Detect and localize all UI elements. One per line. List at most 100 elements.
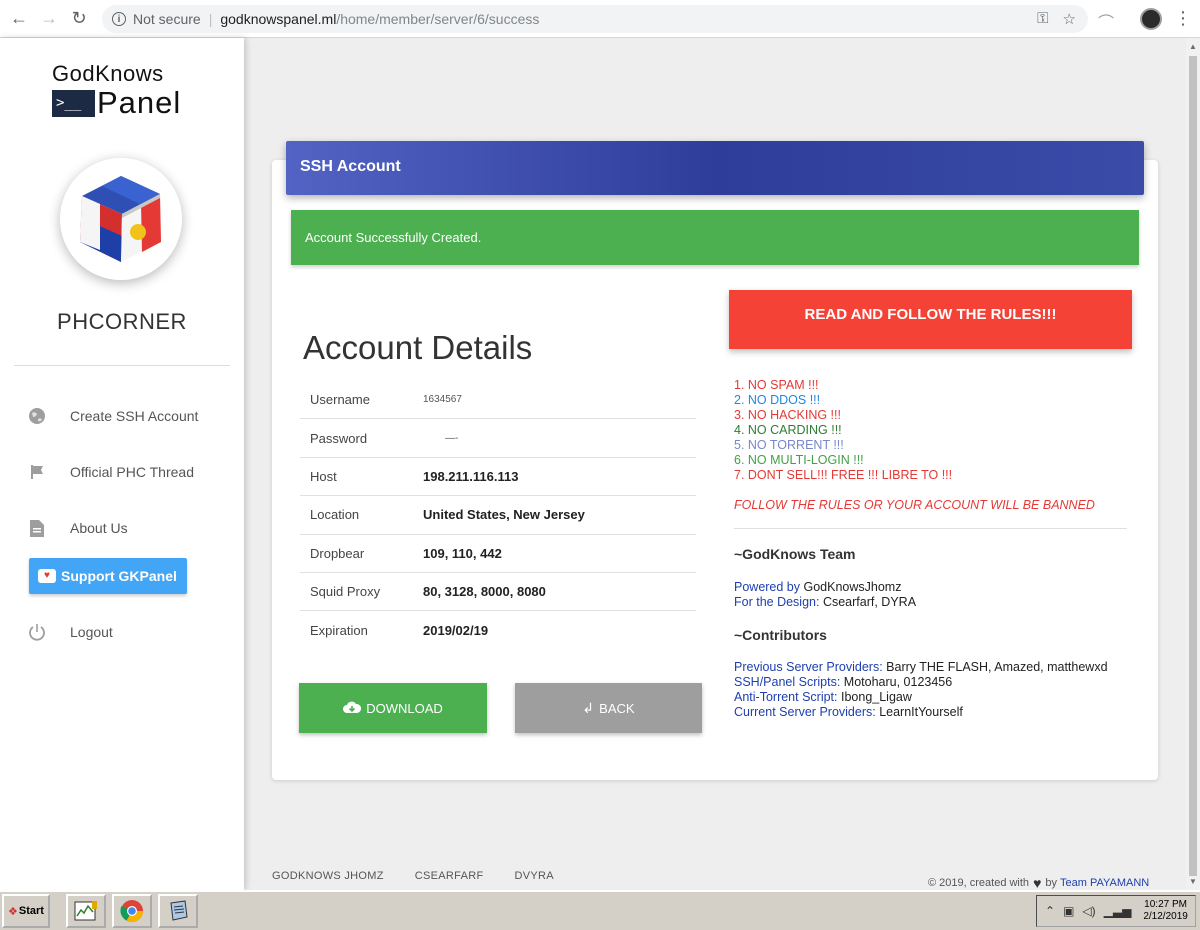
flag-icon (28, 463, 46, 481)
godknows-logo[interactable]: GodKnows >__ Panel (52, 62, 202, 122)
sidebar-item-logout[interactable]: Logout (28, 604, 228, 660)
scroll-up-icon[interactable]: ▲ (1189, 42, 1197, 51)
cloud-download-icon (343, 700, 362, 716)
table-row: Expiration 2019/02/19 (300, 611, 696, 649)
download-button[interactable]: DOWNLOAD (299, 683, 487, 733)
windows-taskbar: ❖ Start ⌃ ▣ ◁) ▁▃▅ 10:27 PM 2/12/2019 (0, 890, 1200, 930)
contributor-row: Current Server Providers: LearnItYoursel… (734, 705, 1108, 720)
logo-bottom-text: Panel (97, 85, 182, 120)
credit-label: For the Design: (734, 595, 820, 609)
clock-time: 10:27 PM (1144, 899, 1187, 910)
start-label: Start (18, 905, 44, 917)
back-arrow-icon[interactable]: ← (4, 4, 34, 34)
address-separator: | (208, 11, 213, 27)
detail-label: Expiration (310, 623, 368, 639)
taskbar-app-monitor[interactable] (66, 894, 106, 928)
table-row: Squid Proxy 80, 3128, 8000, 8080 (300, 573, 696, 612)
network-icon[interactable]: ▣ (1063, 904, 1074, 918)
volume-icon[interactable]: ◁) (1082, 904, 1095, 918)
contributor-row: Anti-Torrent Script: Ibong_Ligaw (734, 690, 1108, 705)
rule-item: 3. NO HACKING !!! (734, 408, 841, 422)
sidebar-item-official-thread[interactable]: Official PHC Thread (28, 444, 228, 500)
detail-label: Location (310, 507, 360, 523)
tray-expand-icon[interactable]: ⌃ (1045, 904, 1055, 918)
copyright-by: by (1045, 877, 1057, 889)
sidebar-item-create-ssh[interactable]: Create SSH Account (28, 388, 228, 444)
sidebar-item-label: Logout (70, 624, 113, 640)
back-label: BACK (599, 700, 635, 716)
system-tray: ⌃ ▣ ◁) ▁▃▅ 10:27 PM 2/12/2019 (1036, 895, 1196, 927)
footer-links: GODKNOWS JHOMZ CSEARFARF DVYRA (272, 870, 554, 882)
start-button[interactable]: ❖ Start (2, 894, 50, 928)
sidebar-item-about-us[interactable]: About Us (28, 500, 228, 556)
taskbar-clock[interactable]: 10:27 PM 2/12/2019 (1143, 899, 1188, 923)
scrollbar-thumb[interactable] (1189, 56, 1197, 876)
reload-icon[interactable]: ↻ (64, 4, 94, 34)
menu-dots-icon[interactable]: ⋮ (1174, 6, 1192, 30)
table-row: Password —- (300, 419, 696, 458)
signal-icon[interactable]: ▁▃▅ (1104, 904, 1132, 918)
url-host: godknowspanel.ml (220, 11, 337, 27)
rule-item: 6. NO MULTI-LOGIN !!! (734, 453, 864, 467)
ban-warning: FOLLOW THE RULES OR YOUR ACCOUNT WILL BE… (734, 498, 1095, 512)
sidebar-divider (14, 365, 230, 366)
back-button[interactable]: ↲ BACK (515, 683, 702, 733)
star-icon[interactable]: ☆ (1063, 10, 1076, 28)
rules-list: 1. NO SPAM !!! 2. NO DDOS !!! 3. NO HACK… (734, 378, 952, 483)
url-path: /home/member/server/6/success (336, 11, 540, 27)
table-row: Host 198.211.116.113 (300, 458, 696, 497)
contributor-row: Previous Server Providers: Barry THE FLA… (734, 660, 1108, 675)
globe-icon (28, 407, 46, 425)
profile-avatar[interactable] (1140, 8, 1162, 30)
contributor-row: SSH/Panel Scripts: Motoharu, 0123456 (734, 675, 1108, 690)
credit-value: GodKnowsJhomz (803, 580, 902, 594)
contributors-list: Previous Server Providers: Barry THE FLA… (734, 660, 1108, 720)
detail-label: Host (310, 468, 337, 484)
address-bar[interactable]: i Not secure | godknowspanel.ml /home/me… (102, 5, 1088, 33)
info-icon[interactable]: i (112, 12, 126, 26)
footer-copyright: © 2019, created with ♥ by Team PAYAMANN (928, 875, 1149, 891)
team-link[interactable]: Team PAYAMANN (1060, 877, 1149, 889)
contributor-label: SSH/Panel Scripts: (734, 675, 841, 689)
taskbar-app-chrome[interactable] (112, 894, 152, 928)
footer-link[interactable]: CSEARFARF (415, 870, 484, 882)
rules-banner: READ AND FOLLOW THE RULES!!! (729, 290, 1132, 349)
phcorner-cube-logo (60, 158, 182, 280)
sidebar-menu: Create SSH Account Official PHC Thread A… (28, 388, 228, 660)
scroll-down-icon[interactable]: ▼ (1189, 877, 1197, 886)
footer-link[interactable]: GODKNOWS JHOMZ (272, 870, 384, 882)
document-icon (28, 519, 46, 537)
footer-link[interactable]: DVYRA (514, 870, 553, 882)
table-row: Location United States, New Jersey (300, 496, 696, 535)
detail-value-squid-proxy: 80, 3128, 8000, 8080 (423, 584, 546, 600)
team-title: ~GodKnows Team (734, 546, 856, 562)
contributor-label: Previous Server Providers: (734, 660, 883, 674)
credit-row: For the Design: Csearfarf, DYRA (734, 595, 916, 610)
table-row: Username 1634567 (300, 381, 696, 420)
success-alert: Account Successfully Created. (291, 210, 1139, 265)
page-scrollbar[interactable]: ▲ ▼ (1186, 38, 1200, 890)
power-icon (28, 623, 46, 641)
detail-label: Username (310, 392, 370, 408)
extension-icon[interactable]: ⌒ (1096, 9, 1116, 32)
performance-monitor-icon (74, 901, 97, 921)
contributors-title: ~Contributors (734, 627, 827, 643)
rule-item: 5. NO TORRENT !!! (734, 438, 844, 452)
chrome-icon (120, 900, 143, 922)
brand-name: PHCORNER (57, 309, 187, 334)
detail-value-location: United States, New Jersey (423, 507, 585, 523)
credit-value: Csearfarf, DYRA (822, 595, 917, 609)
detail-value-username: 1634567 (423, 394, 462, 406)
forward-arrow-icon[interactable]: → (34, 4, 64, 34)
sidebar-item-label: Official PHC Thread (70, 464, 194, 480)
rule-item: 1. NO SPAM !!! (734, 378, 819, 392)
taskbar-app-notepad[interactable] (158, 894, 198, 928)
support-gkpanel-button[interactable]: ♥ Support GKPanel (29, 558, 187, 594)
key-icon[interactable]: ⚿ (1037, 10, 1048, 28)
card-header: SSH Account (286, 141, 1144, 195)
browser-toolbar: ← → ↻ i Not secure | godknowspanel.ml /h… (0, 0, 1200, 38)
rules-divider (734, 528, 1127, 529)
detail-label: Dropbear (310, 545, 365, 561)
phcorner-avatar (60, 158, 182, 280)
heart-icon: ♥ (38, 569, 56, 583)
